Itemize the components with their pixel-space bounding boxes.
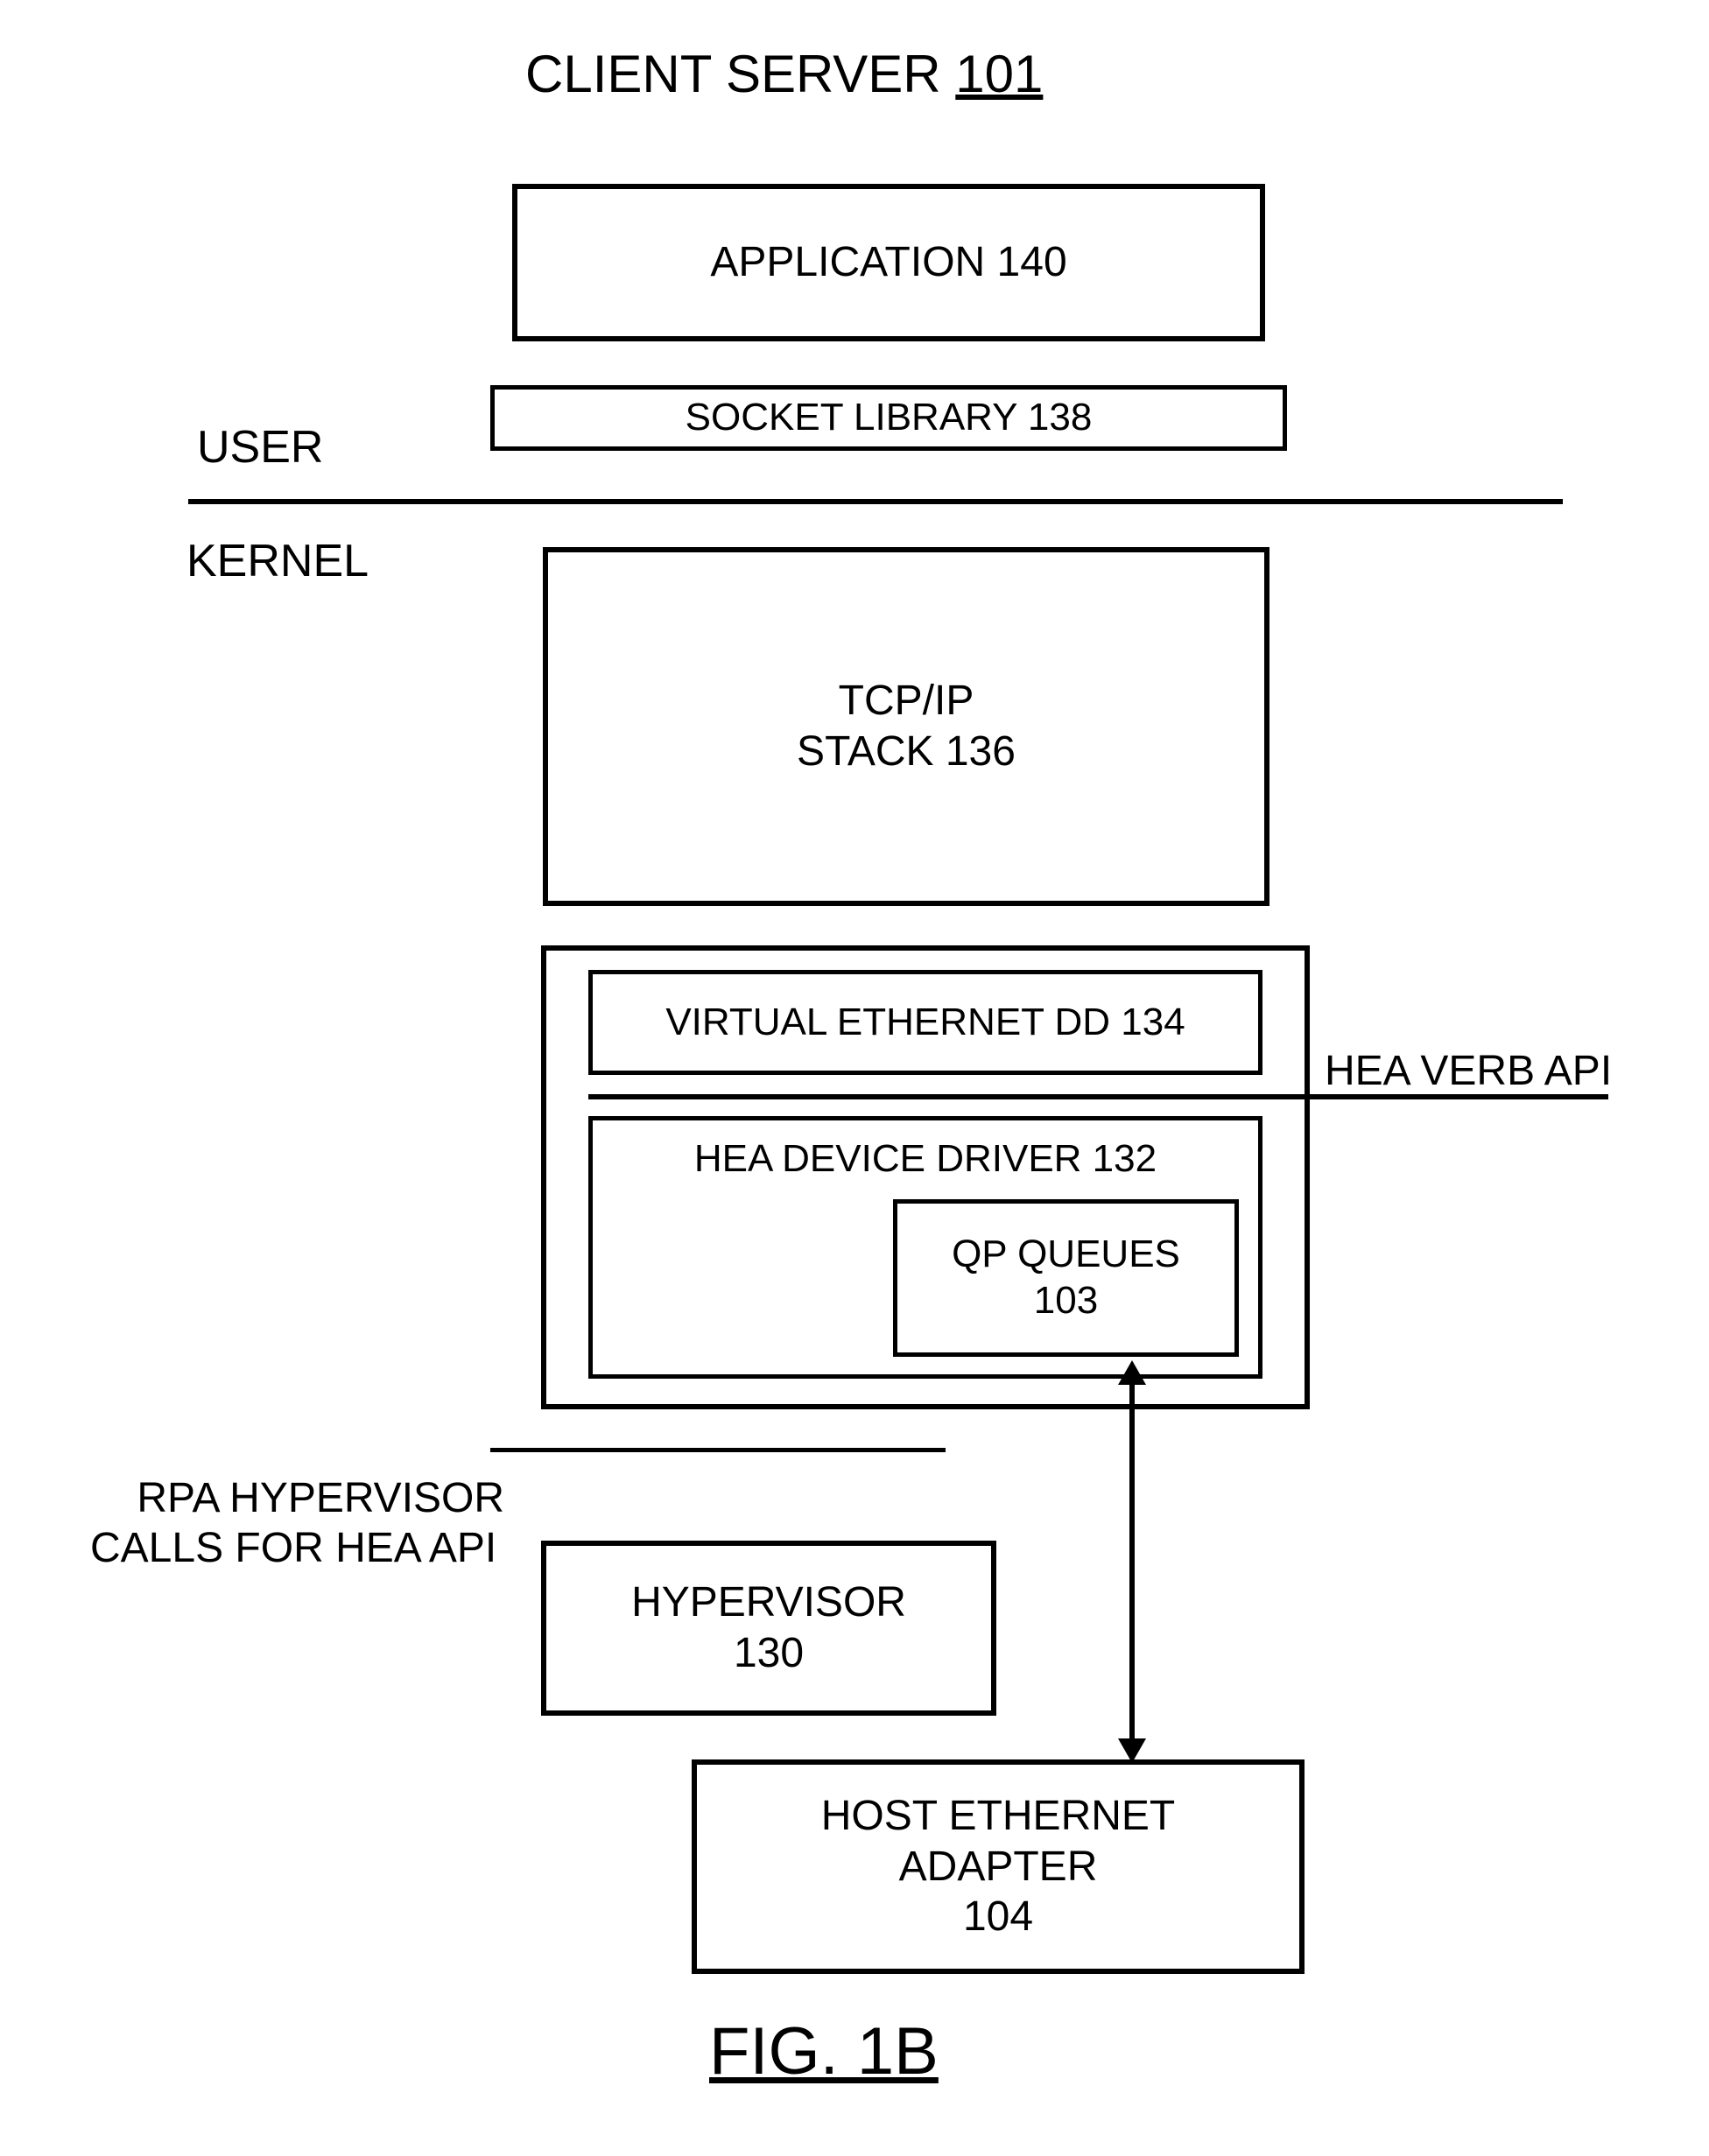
host-ethernet-adapter-block: HOST ETHERNET ADAPTER 104 xyxy=(692,1759,1305,1974)
tcpip-l2: STACK 136 xyxy=(797,727,1016,777)
qp-queues-l2: 103 xyxy=(1034,1278,1098,1324)
title-prefix: CLIENT SERVER xyxy=(525,45,955,103)
title-ref: 101 xyxy=(955,45,1043,103)
application-block: APPLICATION 140 xyxy=(512,184,1265,341)
virtual-ethernet-label: VIRTUAL ETHERNET DD 134 xyxy=(665,1000,1185,1046)
hypervisor-l2: 130 xyxy=(734,1628,804,1679)
hypervisor-l1: HYPERVISOR xyxy=(631,1577,906,1628)
qp-queues-l1: QP QUEUES xyxy=(952,1232,1180,1278)
rpa-hypervisor-label: RPA HYPERVISOR CALLS FOR HEA API xyxy=(90,1422,504,1624)
hea-device-driver-label: HEA DEVICE DRIVER 132 xyxy=(694,1136,1157,1183)
tcpip-stack-block: TCP/IP STACK 136 xyxy=(543,547,1269,906)
hea-verb-api-label: HEA VERB API xyxy=(1325,1046,1612,1097)
host-eth-l3: 104 xyxy=(963,1892,1033,1942)
hypervisor-block: HYPERVISOR 130 xyxy=(541,1541,996,1716)
user-kernel-divider xyxy=(188,499,1563,504)
tcpip-l1: TCP/IP xyxy=(839,676,974,727)
host-eth-l1: HOST ETHERNET xyxy=(821,1791,1175,1842)
rpa-hypervisor-text: RPA HYPERVISOR CALLS FOR HEA API xyxy=(90,1475,504,1572)
host-eth-l2: ADAPTER xyxy=(899,1842,1098,1893)
figure-caption: FIG. 1B xyxy=(709,2013,939,2089)
application-label: APPLICATION 140 xyxy=(710,237,1066,288)
qp-queues-block: QP QUEUES 103 xyxy=(893,1199,1239,1357)
page-title: CLIENT SERVER 101 xyxy=(525,44,1043,104)
virtual-ethernet-block: VIRTUAL ETHERNET DD 134 xyxy=(588,970,1262,1075)
user-label: USER xyxy=(197,420,323,474)
socket-library-label: SOCKET LIBRARY 138 xyxy=(686,395,1093,441)
diagram-root: CLIENT SERVER 101 APPLICATION 140 SOCKET… xyxy=(0,0,1709,2156)
rpa-leader-line xyxy=(490,1448,946,1452)
kernel-label: KERNEL xyxy=(186,534,369,588)
socket-library-block: SOCKET LIBRARY 138 xyxy=(490,385,1287,451)
arrow-down-icon xyxy=(1118,1738,1146,1763)
qp-to-hea-link xyxy=(1129,1381,1135,1744)
arrow-up-icon xyxy=(1118,1360,1146,1385)
